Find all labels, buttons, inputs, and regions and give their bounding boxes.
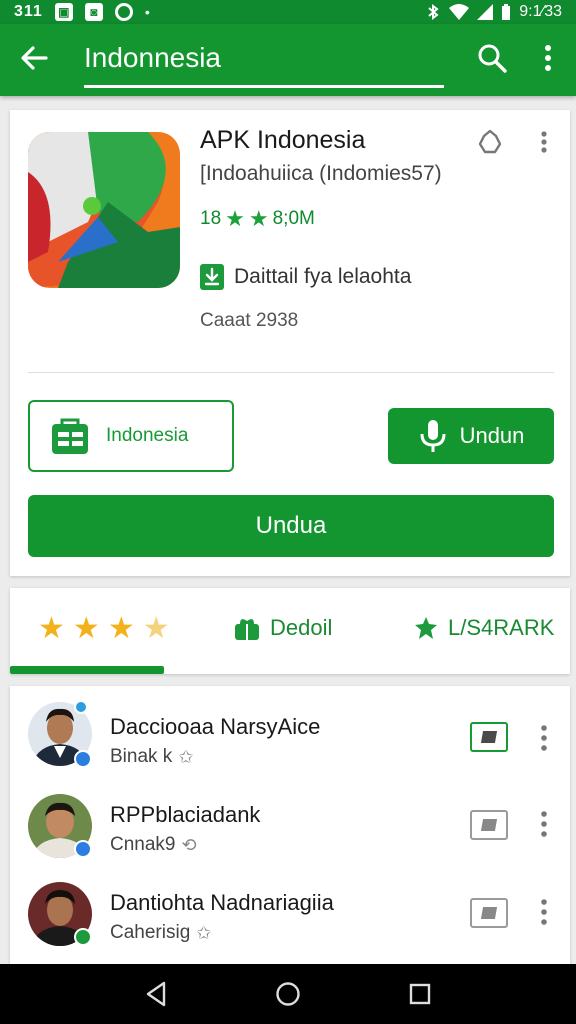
row-more-vert-icon[interactable] [536, 898, 552, 926]
message-button[interactable] [470, 810, 508, 840]
signal-icon [477, 4, 494, 20]
shop-bag-icon [52, 418, 88, 454]
status-bar: 311 ▣ ◙ • 9:1⁄33 [0, 0, 576, 24]
wifi-icon [449, 4, 470, 20]
star-outline-icon: ✩ [196, 922, 212, 943]
more-notifications-icon: • [144, 4, 150, 20]
app-subtitle: [Indoahuiica (Indomies57) [200, 162, 442, 185]
nav-recents-button[interactable] [402, 976, 438, 1012]
app-details-card: APK Indonesia [Indoahuiica (Indomies57) … [10, 110, 570, 576]
leaf-star-icon [415, 617, 437, 639]
search-button[interactable] [472, 38, 512, 78]
download-label: Daittail fya lelaohta [234, 265, 412, 288]
search-field[interactable]: Indonnesia [84, 36, 444, 88]
download-count: 8;0M [272, 208, 315, 229]
user-name: RPPblaciadank [110, 802, 261, 827]
user-list: Dacciooaa NarsyAice Binak k ✩ RPPblaciad… [10, 686, 570, 976]
app-logo-icon[interactable] [28, 132, 180, 288]
update-date: Caaat 2938 [200, 310, 299, 331]
indonesia-button[interactable]: Indonesia [28, 400, 234, 472]
undun-button[interactable]: Undun [388, 408, 554, 464]
star-icon: ★ [38, 611, 65, 645]
tab-dedoil[interactable]: Dedoil [234, 588, 332, 668]
online-badge-icon [74, 700, 88, 714]
list-item[interactable]: Dantiohta Nadnariagiia Caherisig ✩ [10, 866, 570, 954]
star-icon: ★ [225, 206, 245, 231]
app-notification-icon: ◙ [84, 3, 103, 21]
status-clock: 9:1⁄33 [519, 3, 562, 20]
user-subtitle-text: Cnnak9 [110, 834, 176, 855]
tab-dedoil-label: Dedoil [270, 615, 333, 640]
microphone-icon [420, 420, 446, 452]
undun-button-label: Undun [459, 423, 525, 448]
divider [28, 372, 554, 373]
battery-icon [502, 4, 511, 20]
arrow-left-icon [21, 46, 48, 70]
user-name: Dacciooaa NarsyAice [110, 714, 321, 739]
app-bar: Indonnesia [0, 24, 576, 96]
notification-icon: ▣ [54, 3, 73, 21]
user-subtitle-text: Caherisig [110, 922, 191, 943]
back-button[interactable] [14, 38, 54, 78]
user-name: Dantiohta Nadnariagiia [110, 890, 334, 915]
tab-bookmark-label: L/S4RARK [448, 615, 555, 640]
system-nav-bar [0, 964, 576, 1024]
rating-summary: 18 ★ ★ 8;0M [200, 206, 315, 232]
gift-icon [235, 619, 259, 640]
message-icon [480, 819, 498, 831]
triangle-back-icon [146, 981, 166, 1007]
more-vert-icon [545, 45, 551, 71]
list-item[interactable]: Dacciooaa NarsyAice Binak k ✩ [10, 686, 570, 774]
star-icon: ★ [248, 206, 269, 231]
active-tab-indicator [10, 666, 164, 674]
row-more-vert-icon[interactable] [536, 724, 552, 752]
user-subtitle: Binak k ✩ [110, 746, 193, 768]
verified-badge-icon [74, 928, 92, 946]
nav-home-button[interactable] [270, 976, 306, 1012]
overflow-menu-button[interactable] [530, 38, 566, 78]
status-time: 311 [14, 3, 43, 20]
user-subtitle: Caherisig ✩ [110, 922, 211, 944]
verified-badge-icon [74, 840, 92, 858]
sync-icon [114, 3, 133, 21]
card-more-vert-icon[interactable] [536, 130, 552, 154]
user-subtitle-text: Binak k [110, 746, 173, 767]
app-name: APK Indonesia [200, 126, 366, 154]
message-icon [480, 907, 498, 919]
star-icon: ★ [72, 611, 100, 645]
tab-bar: ★ ★ ★ ★ Dedoil L/S4RARK [10, 588, 570, 674]
list-item[interactable]: RPPblaciadank Cnnak9 ⟲ [10, 778, 570, 866]
download-icon [200, 264, 224, 290]
star-half-icon: ★ [142, 611, 170, 645]
message-button[interactable] [470, 722, 508, 752]
indonesia-button-label: Indonesia [106, 425, 189, 446]
refresh-icon: ⟲ [181, 834, 197, 855]
user-subtitle: Cnnak9 ⟲ [110, 834, 197, 856]
undua-button[interactable]: Undua [28, 495, 554, 557]
share-icon[interactable] [476, 128, 504, 156]
nav-back-button[interactable] [138, 976, 174, 1012]
message-button[interactable] [470, 898, 508, 928]
search-icon [478, 44, 507, 73]
download-info: Daittail fya lelaohta [200, 264, 411, 290]
message-icon [480, 731, 498, 743]
verified-badge-icon [74, 750, 92, 768]
rating-value: 18 [200, 208, 222, 229]
star-icon: ★ [107, 611, 135, 645]
bluetooth-icon [428, 4, 439, 20]
undua-button-label: Undua [255, 512, 327, 539]
circle-home-icon [276, 982, 300, 1006]
page-title: Indonnesia [84, 42, 222, 73]
square-recents-icon [409, 983, 431, 1005]
tab-ratings[interactable]: ★ ★ ★ ★ [38, 588, 170, 668]
row-more-vert-icon[interactable] [536, 810, 552, 838]
tab-bookmark[interactable]: L/S4RARK [414, 588, 554, 668]
star-outline-icon: ✩ [178, 746, 194, 767]
